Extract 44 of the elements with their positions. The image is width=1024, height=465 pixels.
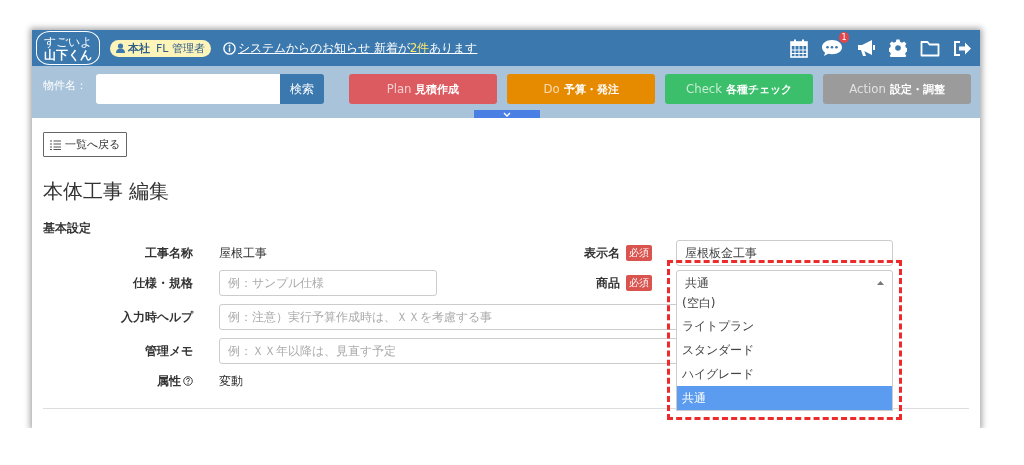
dropdown-option[interactable]: 共通 (677, 386, 892, 410)
chat-icon[interactable] (821, 39, 843, 57)
field-label: 入力時ヘルプ (120, 308, 193, 326)
search-field[interactable] (96, 74, 280, 104)
back-button[interactable]: 一覧へ戻る (43, 132, 127, 157)
search-button[interactable]: 検索 (280, 74, 324, 104)
field-label: 仕様・規格 (131, 274, 193, 292)
input-field[interactable]: 例：サンプル仕様 (219, 270, 437, 296)
field-value: 屋根工事 (219, 244, 268, 262)
help-icon (183, 376, 193, 386)
sign-out-icon[interactable] (953, 39, 972, 57)
phase-button[interactable]: Check 各種チェック (665, 74, 813, 104)
phase-button[interactable]: Action 設定・調整 (823, 74, 971, 104)
calendar-icon[interactable] (790, 38, 808, 58)
megaphone-icon[interactable] (856, 39, 876, 57)
info-icon (222, 41, 236, 55)
required-badge: 必須 (626, 245, 652, 261)
caret-up-icon (877, 281, 884, 285)
input-field[interactable]: 屋根板金工事 (676, 240, 893, 266)
role-label: FL 管理者 (156, 40, 205, 56)
page-title: 本体工事 編集 (43, 178, 171, 204)
section-title: 基本設定 (43, 220, 92, 236)
dropdown-option[interactable]: ハイグレード (677, 362, 892, 386)
notification-badge: 1 (839, 32, 849, 43)
folder-icon[interactable] (920, 39, 940, 57)
chevron-down-icon (503, 111, 511, 117)
notice-link[interactable]: システムからのお知らせ 新着が2件あります (237, 39, 478, 57)
product-select[interactable]: 共通 (676, 270, 893, 296)
logo[interactable]: すごいよ 山下くん (36, 31, 100, 65)
settings-icon[interactable] (889, 39, 907, 57)
field-label: 表示名 (583, 244, 620, 262)
person-icon (116, 43, 125, 53)
field-label: 管理メモ (144, 342, 193, 360)
field-value: 変動 (219, 372, 244, 390)
list-icon (50, 139, 61, 150)
search-label: 物件名： (43, 78, 88, 93)
office-label: 本社 (128, 40, 150, 56)
phase-button[interactable]: Plan 見積作成 (349, 74, 497, 104)
phase-button[interactable]: Do 予算・発注 (507, 74, 655, 104)
dropdown-option[interactable]: スタンダード (677, 338, 892, 362)
required-badge: 必須 (626, 275, 652, 291)
field-label: 商品 (595, 274, 620, 292)
field-label: 属性 (157, 372, 181, 390)
field-label: 工事名称 (144, 244, 193, 262)
